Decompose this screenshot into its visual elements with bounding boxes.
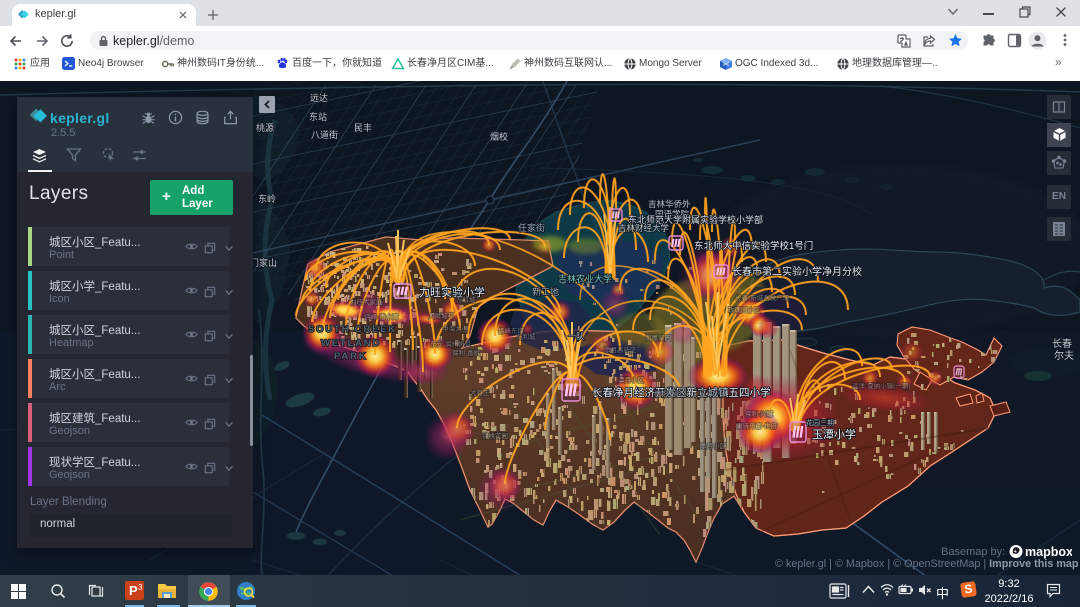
svg-text:玉潭小学: 玉潭小学 [812,427,856,441]
svg-text:民丰: 民丰 [354,122,372,133]
svg-text:mapbox: mapbox [1025,545,1072,559]
svg-text:远达: 远达 [310,92,328,103]
svg-text:中海大山: 中海大山 [442,324,468,333]
svg-text:净月小区: 净月小区 [700,441,727,450]
svg-text:花园三期: 花园三期 [806,418,834,427]
svg-text:大禹城邦: 大禹城邦 [428,311,455,320]
svg-text:WETLAND: WETLAND [321,338,381,349]
svg-text:大有庄: 大有庄 [470,388,490,397]
svg-text:保利·兴城: 保利·兴城 [745,409,774,418]
svg-text:伟峰东域: 伟峰东域 [498,326,525,335]
svg-text:长春市第二实验小学净月分校: 长春市第二实验小学净月分校 [732,265,862,278]
svg-text:一队: 一队 [568,331,584,341]
svg-text:保利·香槟: 保利·香槟 [452,348,481,357]
svg-text:门家山: 门家山 [250,257,277,268]
svg-text:尔夫: 尔夫 [1054,349,1074,362]
svg-text:伟峰·香水湾: 伟峰·香水湾 [364,312,399,321]
svg-text:樱花园小区: 樱花园小区 [654,389,687,398]
svg-text:SOUTH CREEK: SOUTH CREEK [308,324,397,335]
svg-text:凤凰家园: 凤凰家园 [645,333,671,342]
svg-text:力旺大家庭: 力旺大家庭 [350,297,383,306]
svg-text:吉林华侨外: 吉林华侨外 [648,199,691,209]
svg-text:锦绣花园: 锦绣花园 [482,431,508,440]
svg-text:东安·润州帆景: 东安·润州帆景 [430,339,472,348]
svg-text:玫瑰园小区: 玫瑰园小区 [728,305,761,314]
svg-text:潭月小区: 潭月小区 [618,375,645,384]
svg-text:PARK: PARK [334,351,367,362]
svg-text:新工地: 新工地 [532,286,559,297]
svg-text:桃源: 桃源 [256,122,274,133]
svg-text:万科城: 万科城 [456,295,476,304]
svg-text:长春: 长春 [1052,338,1072,350]
svg-text:任家街: 任家街 [518,222,545,233]
svg-text:东北师大中信实验学校1号门: 东北师大中信实验学校1号门 [694,240,813,252]
svg-text:东站: 东站 [309,111,327,122]
svg-text:八道街: 八道街 [311,129,338,140]
svg-text:净月高新区: 净月高新区 [604,345,637,354]
svg-text:康诗丹郡·世府: 康诗丹郡·世府 [736,421,778,430]
svg-text:东岭: 东岭 [258,193,276,204]
svg-text:宜达小区: 宜达小区 [700,388,727,397]
svg-text:吉林农业大学: 吉林农业大学 [558,273,612,284]
svg-text:吉林财经大学: 吉林财经大学 [618,223,670,233]
svg-text:烟校: 烟校 [490,131,508,142]
svg-text:长春·新城吾悦广场: 长春·新城吾悦广场 [735,293,790,302]
svg-text:远洋·戛纳小镇(一期): 远洋·戛纳小镇(一期) [852,381,911,390]
